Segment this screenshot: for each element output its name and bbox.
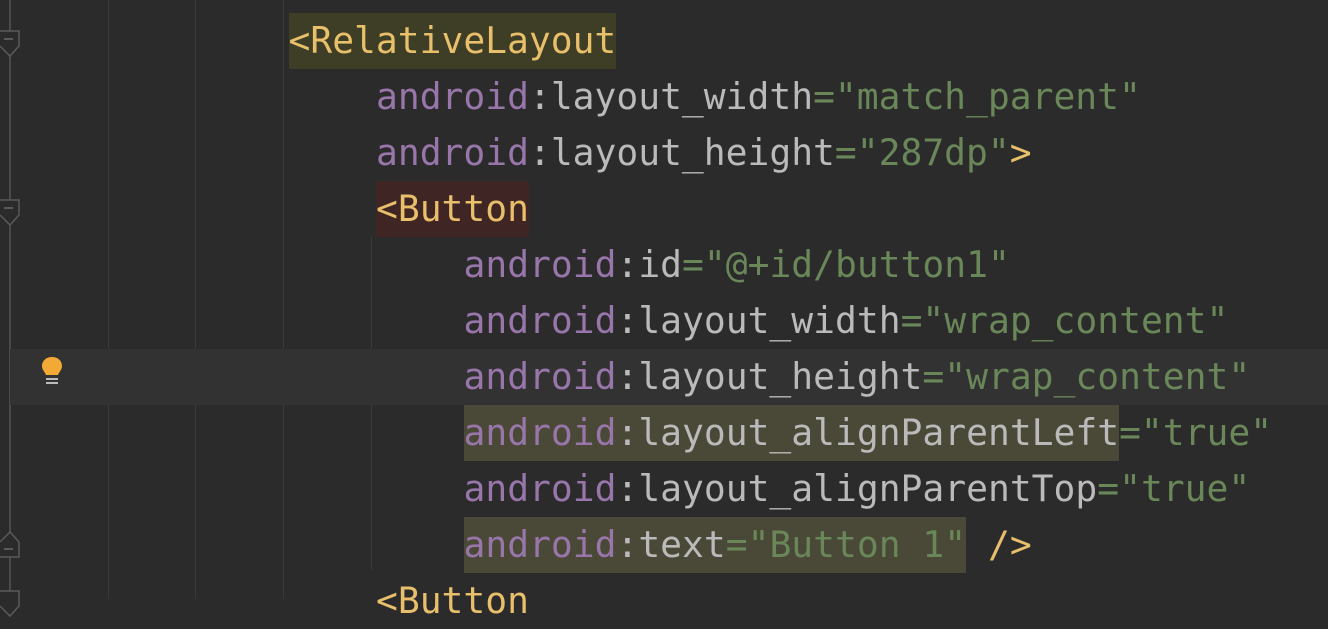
token-attribute (966, 517, 988, 573)
fold-collapse-icon[interactable] (0, 30, 20, 58)
token-namespace: android (463, 517, 617, 573)
token-value: ="@+id/button1" (682, 243, 1010, 286)
code-line[interactable]: android:layout_width="wrap_content" (464, 293, 1229, 349)
token-attribute: :id (616, 243, 683, 286)
token-namespace: android (376, 131, 529, 174)
indent-guide (283, 0, 284, 599)
code-line[interactable]: android:id="@+id/button1" (464, 237, 1010, 293)
token-namespace: android (463, 243, 617, 286)
token-namespace: android (376, 75, 529, 118)
code-line[interactable]: <Button (376, 573, 529, 629)
code-line[interactable]: android:layout_alignParentTop="true" (464, 461, 1251, 517)
token-value: ="wrap_content" (922, 355, 1251, 398)
token-attribute: :layout_height (616, 355, 923, 398)
token-attribute: :layout_alignParentTop (616, 467, 1098, 510)
token-attribute: :layout_height (528, 131, 835, 174)
code-editor[interactable]: <RelativeLayout android:layout_width="mat… (0, 0, 1328, 622)
token-attribute: :text (616, 517, 726, 573)
fold-collapse-icon[interactable] (0, 199, 20, 227)
code-line[interactable]: android:layout_height="wrap_content" (464, 349, 1251, 405)
token-namespace: android (463, 355, 617, 398)
token-value: ="wrap_content" (900, 299, 1229, 342)
code-line[interactable]: <RelativeLayout (288, 13, 617, 69)
token-attribute: :layout_width (616, 299, 901, 342)
token-value: ="match_parent" (813, 75, 1141, 118)
fold-collapse-icon[interactable] (0, 590, 20, 618)
code-line[interactable]: android:layout_alignParentLeft="true" (463, 405, 1273, 461)
token-namespace: android (463, 299, 617, 342)
token-namespace: android (463, 467, 617, 510)
fold-gutter-line (9, 0, 11, 599)
token-namespace: android (463, 405, 617, 461)
token-tag: <Button (376, 181, 529, 237)
code-line[interactable]: <Button (376, 181, 529, 237)
fold-end-icon[interactable] (0, 530, 20, 558)
token-attribute: :layout_alignParentLeft (616, 405, 1120, 461)
token-value: ="true" (1097, 467, 1251, 510)
code-line[interactable]: android:layout_width="match_parent" (376, 69, 1141, 125)
token-value: ="Button 1" (725, 517, 967, 573)
token-tag: <RelativeLayout (288, 13, 617, 69)
indent-guide (195, 0, 196, 599)
token-value: ="true" (1119, 411, 1273, 454)
token-tag: /> (987, 523, 1032, 566)
lightbulb-icon[interactable] (40, 356, 64, 388)
indent-guide (108, 0, 109, 599)
code-line[interactable]: android:layout_height="287dp"> (376, 125, 1032, 181)
token-value: ="287dp" (834, 131, 1010, 174)
token-tag: <Button (376, 579, 529, 622)
token-attribute: :layout_width (528, 75, 814, 118)
code-line[interactable]: android:text="Button 1" /> (463, 517, 1032, 573)
token-tag: > (1009, 131, 1032, 174)
